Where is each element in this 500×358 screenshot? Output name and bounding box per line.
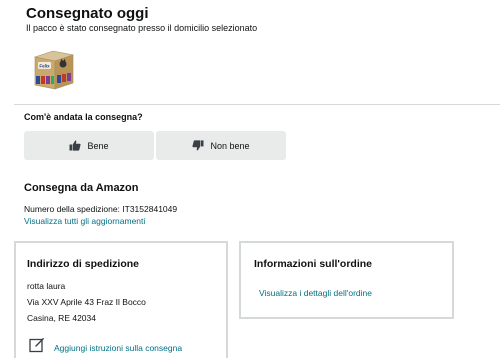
- product-box-label: Felix: [39, 64, 50, 69]
- feedback-question: Com'è andata la consegna?: [24, 112, 143, 122]
- add-delivery-instructions-label: Aggiungi istruzioni sulla consegna: [54, 342, 183, 353]
- feedback-good-label: Bene: [87, 140, 109, 151]
- order-info-card: Informazioni sull'ordine Visualizza i de…: [239, 241, 454, 319]
- feedback-bad-button[interactable]: Non bene: [156, 131, 286, 160]
- address-name: rotta laura: [27, 281, 66, 291]
- thumbs-up-icon: [69, 140, 82, 151]
- order-info-title: Informazioni sull'ordine: [254, 258, 373, 270]
- shipment-title: Consegna da Amazon: [24, 182, 139, 194]
- section-divider: [14, 104, 500, 105]
- address-city: Casina, RE 42034: [27, 313, 96, 323]
- status-title: Consegnato oggi: [26, 5, 149, 22]
- shipping-address-card: Indirizzo di spedizione rotta laura Via …: [14, 241, 228, 358]
- view-updates-link[interactable]: Visualizza tutti gli aggiornamenti: [24, 216, 145, 226]
- add-delivery-instructions-button[interactable]: Aggiungi istruzioni sulla consegna: [29, 337, 182, 358]
- address-street: Via XXV Aprile 43 Fraz Il Bocco: [27, 297, 146, 307]
- product-box-graphic: Felix: [33, 50, 75, 90]
- edit-note-icon: [29, 337, 45, 358]
- feedback-good-button[interactable]: Bene: [24, 131, 154, 160]
- tracking-number: Numero della spedizione: IT3152841049: [24, 204, 178, 214]
- status-subtitle: Il pacco è stato consegnato presso il do…: [26, 23, 258, 33]
- thumbs-down-icon: [192, 140, 204, 151]
- feedback-bad-label: Non bene: [210, 140, 250, 151]
- shipping-address-title: Indirizzo di spedizione: [27, 258, 140, 270]
- product-image[interactable]: Felix: [31, 45, 77, 91]
- view-order-details-link[interactable]: Visualizza i dettagli dell'ordine: [259, 288, 372, 298]
